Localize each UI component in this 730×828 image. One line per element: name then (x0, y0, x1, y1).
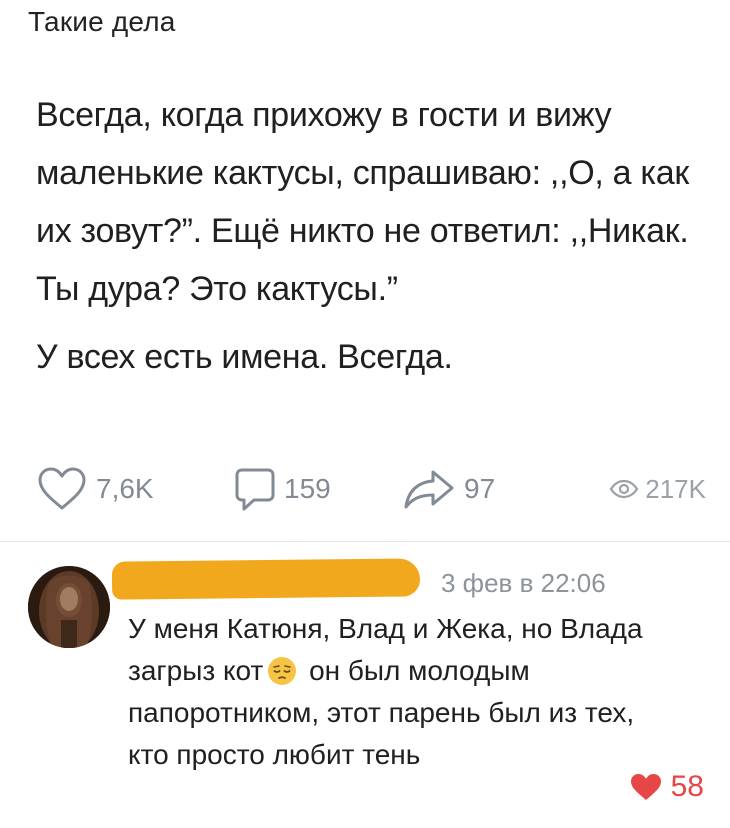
comment-button[interactable]: 159 (234, 466, 402, 512)
views-count: 217K (645, 473, 706, 504)
like-count: 7,6K (96, 473, 154, 504)
avatar[interactable] (28, 566, 110, 648)
redacted-author-name (111, 558, 421, 600)
heart-outline-icon (38, 467, 86, 510)
comment-like-button[interactable]: 58 (629, 770, 704, 804)
views-counter: 217K (609, 474, 706, 505)
comment-count: 159 (284, 473, 331, 504)
comment-item: 3 фев в 22:06 У меня Катюня, Влад и Жека… (0, 552, 730, 828)
comment-like-count: 58 (670, 770, 704, 803)
post-paragraph: Всегда, когда прихожу в гости и вижу мал… (36, 96, 689, 308)
avatar-portrait-image (28, 566, 110, 648)
post-text: Всегда, когда прихожу в гости и вижу мал… (36, 86, 706, 386)
comment-paragraph: У меня Катюня, Влад и Жека, но Влада заг… (128, 608, 668, 776)
comment-text: У меня Катюня, Влад и Жека, но Влада заг… (128, 608, 668, 776)
share-arrow-icon (404, 470, 454, 509)
post-actions-bar: 7,6K 159 97 217K (36, 464, 706, 514)
eye-icon (609, 479, 639, 499)
share-count: 97 (464, 473, 496, 504)
post-paragraph: У всех есть имена. Всегда. (36, 338, 453, 376)
post-author-name[interactable]: Такие дела (28, 6, 176, 38)
share-button[interactable]: 97 (402, 467, 574, 511)
heart-filled-icon (630, 774, 661, 800)
divider (0, 541, 730, 542)
like-button[interactable]: 7,6K (36, 466, 234, 512)
comment-bubble-icon (235, 468, 275, 511)
pensive-face-emoji-icon (268, 656, 297, 685)
comment-date[interactable]: 3 фев в 22:06 (441, 568, 606, 599)
